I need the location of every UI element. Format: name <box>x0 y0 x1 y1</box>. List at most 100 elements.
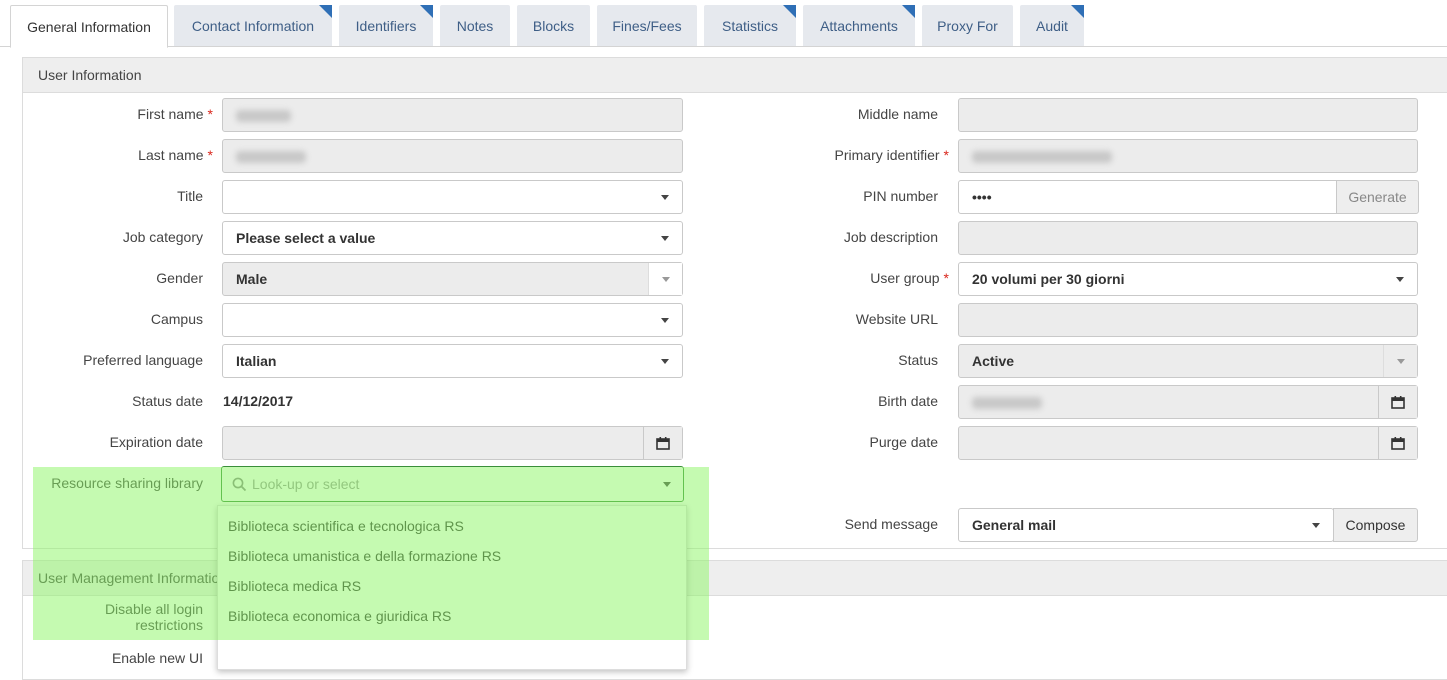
last-name-field[interactable] <box>222 139 683 173</box>
redacted-value <box>236 110 291 123</box>
tab-label: Statistics <box>721 17 778 34</box>
preferred-language-select[interactable]: Italian <box>222 344 683 378</box>
tab-label: Fines/Fees <box>612 17 682 34</box>
dropdown-option[interactable]: Biblioteca medica RS <box>228 578 361 594</box>
preferred-language-value: Italian <box>236 353 277 369</box>
resource-sharing-lookup[interactable]: Look-up or select <box>221 466 684 502</box>
redacted-value <box>972 397 1042 410</box>
first-name-label: First name * <box>137 106 213 122</box>
gender-label: Gender <box>156 270 203 286</box>
tab-label: Attachments <box>820 17 898 34</box>
first-name-field[interactable] <box>222 98 683 132</box>
tab-proxy-for[interactable]: Proxy For <box>922 5 1013 46</box>
campus-select[interactable] <box>222 303 683 337</box>
calendar-icon[interactable] <box>1378 427 1417 459</box>
tab-flag-icon <box>1071 5 1084 18</box>
chevron-down-icon <box>1299 509 1333 541</box>
title-label: Title <box>177 188 203 204</box>
calendar-icon[interactable] <box>643 427 682 459</box>
birth-date-field[interactable] <box>958 385 1418 419</box>
dropdown-option[interactable]: Biblioteca umanistica e della formazione… <box>228 548 501 564</box>
dropdown-option[interactable]: Biblioteca scientifica e tecnologica RS <box>228 518 464 534</box>
status-value: Active <box>972 353 1015 369</box>
chevron-down-icon <box>663 482 671 487</box>
pin-value: •••• <box>972 189 992 205</box>
resource-sharing-label: Resource sharing library <box>51 475 203 491</box>
disable-login-restrictions-label: Disable all login restrictions <box>104 601 203 633</box>
tab-notes[interactable]: Notes <box>440 5 510 46</box>
tab-label: Contact Information <box>191 17 315 34</box>
chevron-down-icon <box>648 263 682 295</box>
pin-number-field[interactable]: •••• Generate <box>958 180 1419 214</box>
chevron-down-icon <box>648 181 682 213</box>
campus-label: Campus <box>150 311 203 327</box>
birth-date-label: Birth date <box>878 393 938 409</box>
chevron-down-icon <box>648 304 682 336</box>
chevron-down-icon <box>648 222 682 254</box>
redacted-value <box>236 151 306 164</box>
user-group-select[interactable]: 20 volumi per 30 giorni <box>958 262 1418 296</box>
expiration-date-label: Expiration date <box>109 434 203 450</box>
status-date-value: 14/12/2017 <box>223 393 294 409</box>
tab-label: General Information <box>27 18 151 35</box>
job-description-field[interactable] <box>958 221 1418 255</box>
tab-label: Proxy For <box>937 17 998 34</box>
send-message-select[interactable]: General mail <box>958 508 1334 542</box>
gender-value: Male <box>236 271 268 287</box>
tab-identifiers[interactable]: Identifiers <box>339 5 433 46</box>
middle-name-field[interactable] <box>958 98 1418 132</box>
enable-new-ui-label: Enable new UI <box>111 650 203 666</box>
generate-button[interactable]: Generate <box>1336 180 1419 214</box>
tab-label: Identifiers <box>355 17 417 34</box>
preferred-language-label: Preferred language <box>83 352 203 368</box>
tab-attachments[interactable]: Attachments <box>803 5 915 46</box>
send-message-label: Send message <box>844 516 938 532</box>
chevron-down-icon <box>648 345 682 377</box>
chevron-down-icon <box>1383 263 1417 295</box>
dropdown-option[interactable]: Biblioteca economica e giuridica RS <box>228 608 451 624</box>
search-icon <box>232 477 247 492</box>
primary-identifier-label: Primary identifier * <box>834 147 949 163</box>
tab-audit[interactable]: Audit <box>1020 5 1084 46</box>
section-header: User Information <box>23 58 1447 93</box>
last-name-label: Last name * <box>138 147 213 163</box>
resource-sharing-dropdown: Biblioteca scientifica e tecnologica RS … <box>217 505 687 670</box>
tab-flag-icon <box>319 5 332 18</box>
tab-general-information[interactable]: General Information <box>10 5 168 48</box>
website-url-field[interactable] <box>958 303 1418 337</box>
tab-contact-information[interactable]: Contact Information <box>174 5 332 46</box>
status-select[interactable]: Active <box>958 344 1418 378</box>
job-category-select[interactable]: Please select a value <box>222 221 683 255</box>
status-date-label: Status date <box>132 393 203 409</box>
purge-date-label: Purge date <box>869 434 939 450</box>
primary-identifier-field[interactable] <box>958 139 1418 173</box>
tab-flag-icon <box>902 5 915 18</box>
compose-button[interactable]: Compose <box>1333 508 1418 542</box>
expiration-date-field[interactable] <box>222 426 683 460</box>
tab-flag-icon <box>420 5 433 18</box>
user-group-label: User group * <box>870 270 949 286</box>
tab-fines-fees[interactable]: Fines/Fees <box>597 5 697 46</box>
job-description-label: Job description <box>843 229 938 245</box>
status-label: Status <box>898 352 938 368</box>
tab-bar: General Information Contact Information … <box>0 0 1447 48</box>
tab-label: Notes <box>456 17 494 34</box>
redacted-value <box>972 151 1112 164</box>
tab-blocks[interactable]: Blocks <box>517 5 590 46</box>
purge-date-field[interactable] <box>958 426 1418 460</box>
calendar-icon[interactable] <box>1378 386 1417 418</box>
tab-label: Blocks <box>532 17 575 34</box>
job-category-value: Please select a value <box>236 230 376 246</box>
tab-statistics[interactable]: Statistics <box>704 5 796 46</box>
chevron-down-icon <box>1383 345 1417 377</box>
send-message-value: General mail <box>972 517 1057 533</box>
user-group-value: 20 volumi per 30 giorni <box>972 271 1125 287</box>
gender-select[interactable]: Male <box>222 262 683 296</box>
tab-label: Audit <box>1036 17 1068 34</box>
website-url-label: Website URL <box>855 311 938 327</box>
job-category-label: Job category <box>122 229 203 245</box>
lookup-placeholder: Look-up or select <box>252 476 360 492</box>
middle-name-label: Middle name <box>857 106 938 122</box>
title-select[interactable] <box>222 180 683 214</box>
pin-number-label: PIN number <box>863 188 938 204</box>
